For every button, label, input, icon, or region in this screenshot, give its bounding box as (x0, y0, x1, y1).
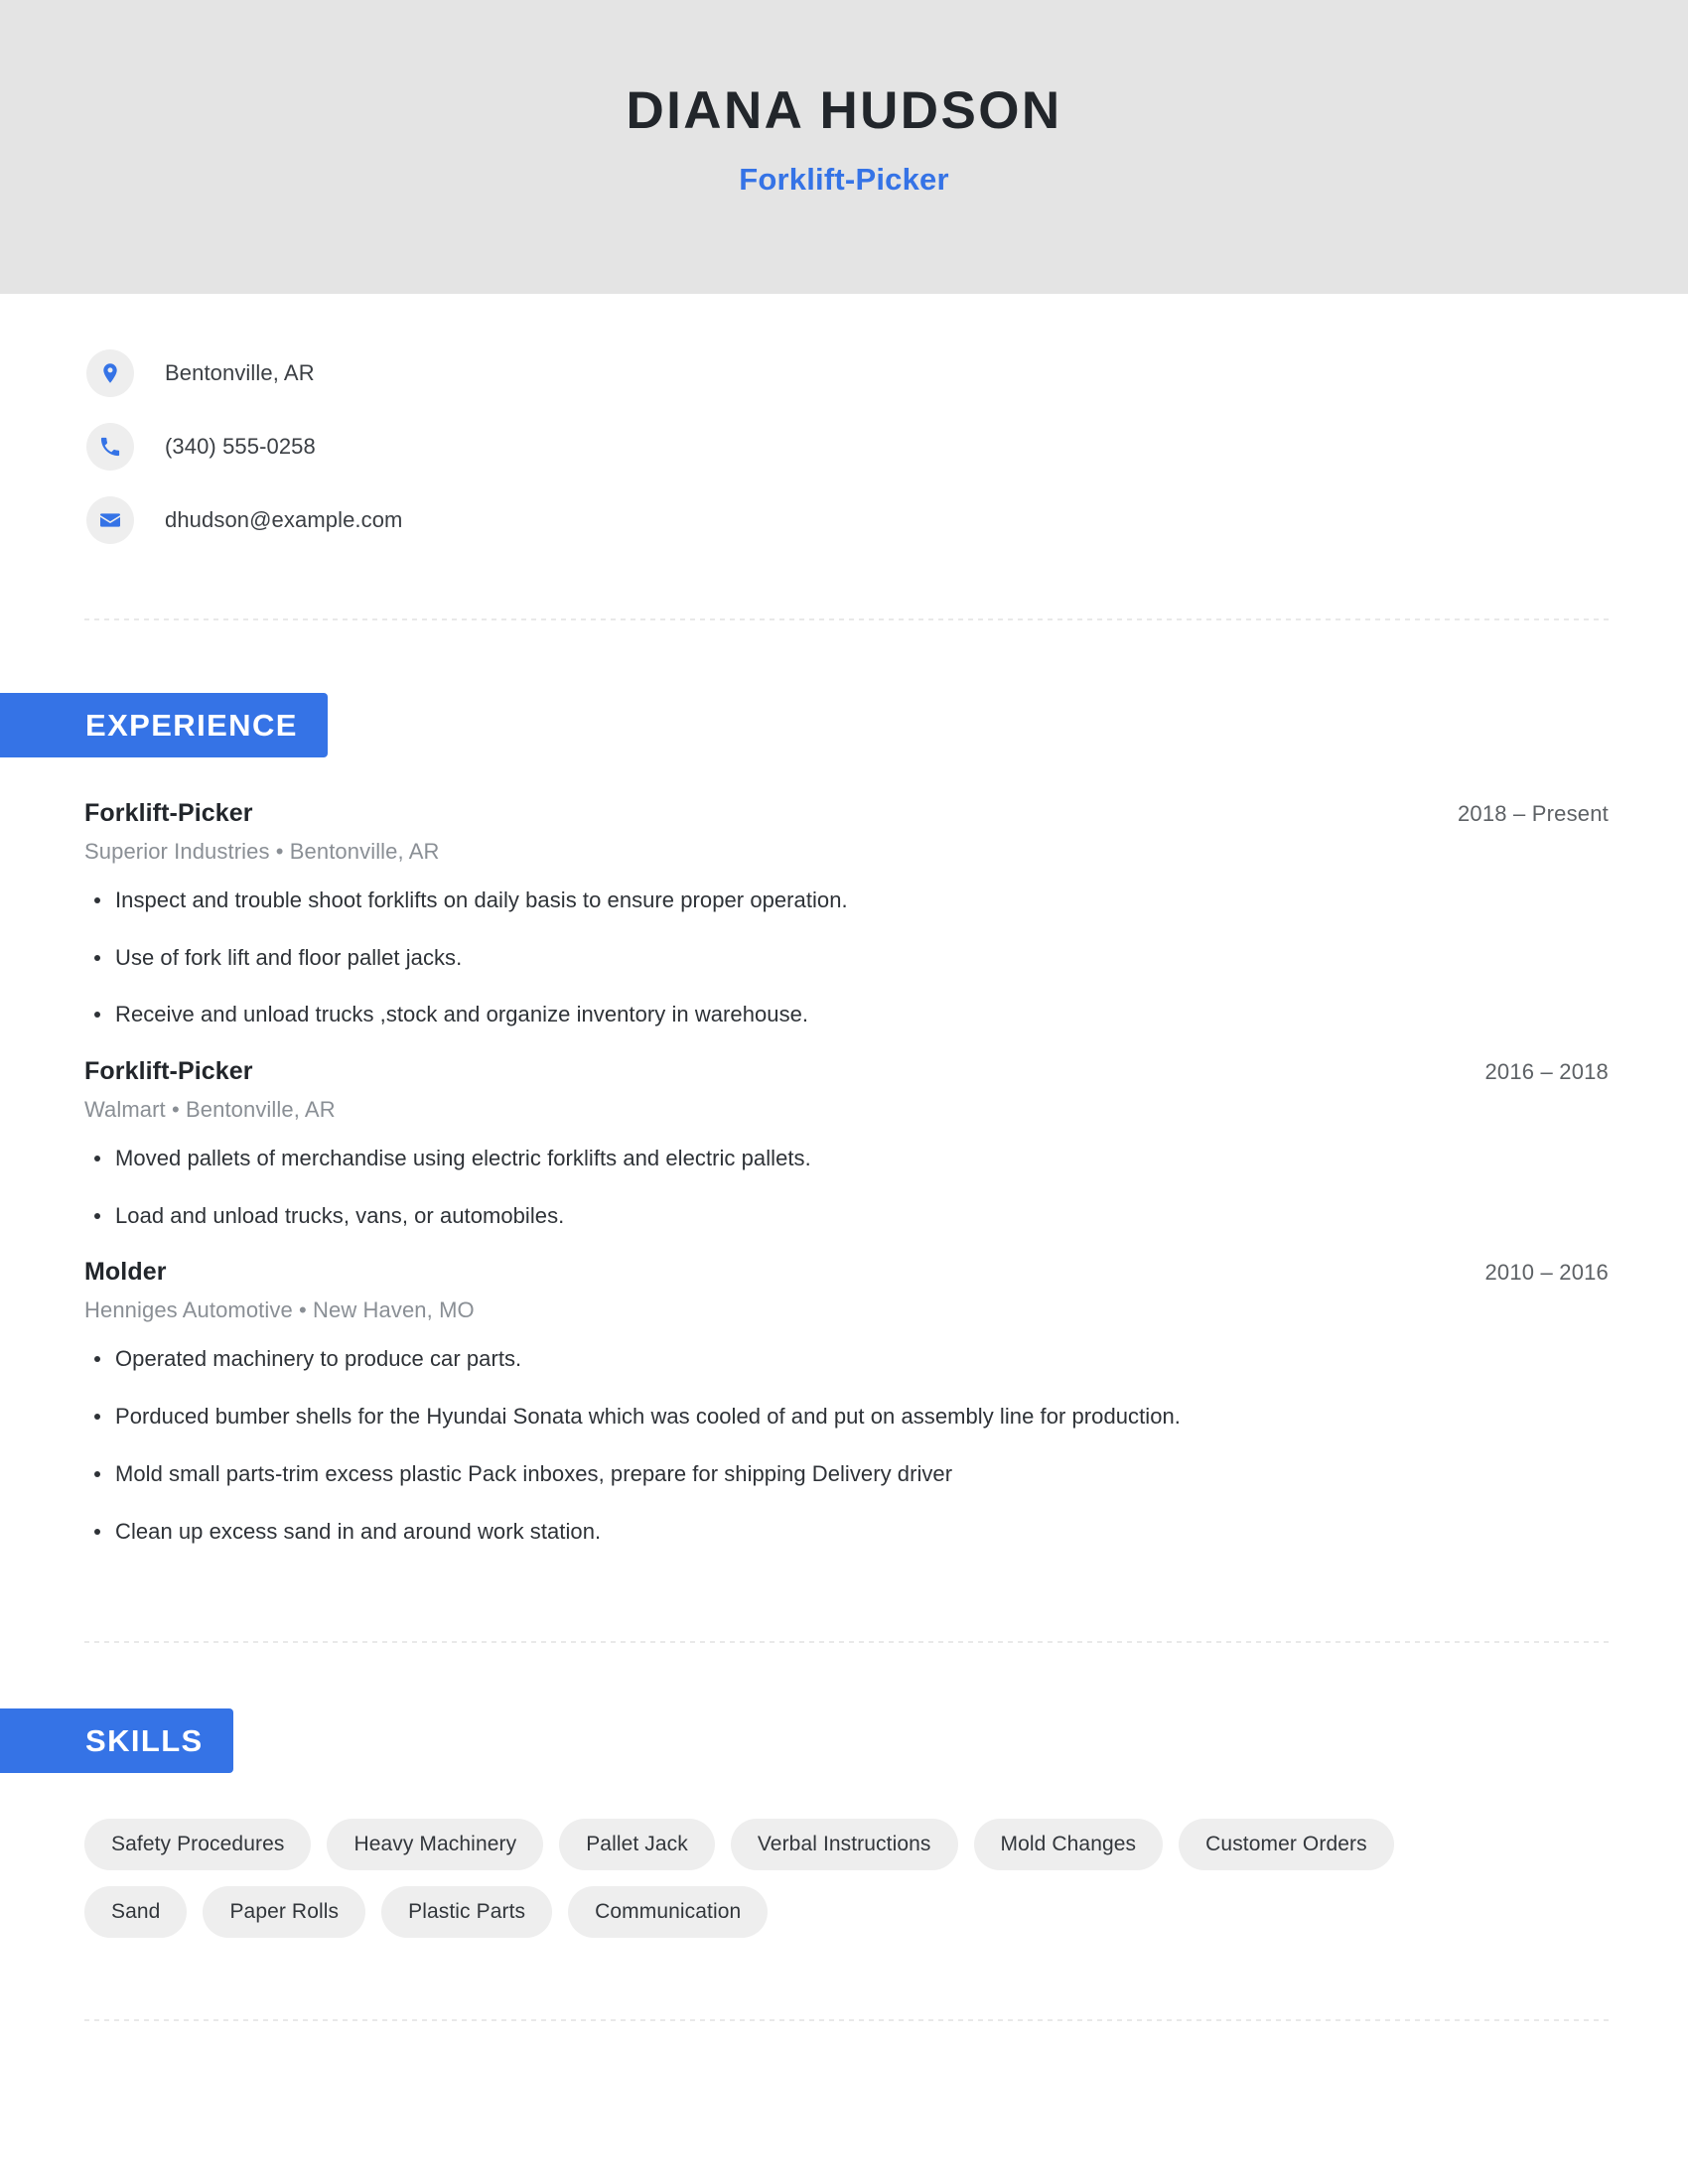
experience-item-header: Forklift-Picker 2018 – Present (84, 799, 1609, 828)
experience-dates: 2010 – 2016 (1484, 1260, 1609, 1286)
experience-bullet: Operated machinery to produce car parts. (84, 1344, 1609, 1374)
experience-list: Forklift-Picker 2018 – Present Superior … (0, 799, 1688, 1546)
email-icon (86, 496, 134, 544)
skill-pill: Plastic Parts (381, 1886, 553, 1939)
experience-company-location: Henniges Automotive • New Haven, MO (84, 1297, 475, 1323)
contact-block: Bentonville, AR (340) 555-0258 dhudson@e… (0, 294, 1688, 546)
experience-bullet: Porduced bumber shells for the Hyundai S… (84, 1402, 1609, 1432)
experience-dates: 2018 – Present (1457, 801, 1609, 826)
experience-bullet: Inspect and trouble shoot forklifts on d… (84, 886, 1609, 915)
skill-pill: Customer Orders (1179, 1819, 1394, 1871)
experience-role: Forklift-Picker (84, 799, 253, 827)
experience-bullet: Use of fork lift and floor pallet jacks. (84, 943, 1609, 973)
phone-icon (86, 423, 134, 471)
experience-bullet: Moved pallets of merchandise using elect… (84, 1144, 1609, 1173)
experience-role: Forklift-Picker (84, 1057, 253, 1086)
experience-company-location: Walmart • Bentonville, AR (84, 1097, 336, 1123)
experience-role: Molder (84, 1258, 167, 1287)
experience-badge-label: EXPERIENCE (0, 693, 328, 757)
experience-item: Forklift-Picker 2018 – Present Superior … (84, 799, 1609, 1029)
contact-item-email: dhudson@example.com (86, 494, 1688, 546)
contact-location-text: Bentonville, AR (165, 360, 315, 385)
location-pin-icon (86, 349, 134, 397)
skill-pill: Verbal Instructions (730, 1819, 958, 1871)
skills-badge-label: SKILLS (0, 1708, 233, 1774)
experience-item: Forklift-Picker 2016 – 2018 Walmart • Be… (84, 1057, 1609, 1230)
contact-item-phone: (340) 555-0258 (86, 421, 1688, 473)
header-job-title: Forklift-Picker (739, 162, 949, 198)
experience-section-header: EXPERIENCE (0, 693, 1688, 757)
skill-pill: Heavy Machinery (327, 1819, 544, 1871)
resume-body: Bentonville, AR (340) 555-0258 dhudson@e… (0, 294, 1688, 2022)
experience-bullets: Moved pallets of merchandise using elect… (84, 1144, 1609, 1230)
experience-bullets: Operated machinery to produce car parts.… (84, 1344, 1609, 1546)
resume-header: DIANA HUDSON Forklift-Picker (0, 0, 1688, 294)
experience-bullet: Clean up excess sand in and around work … (84, 1517, 1609, 1547)
experience-bullets: Inspect and trouble shoot forklifts on d… (84, 886, 1609, 1029)
skill-pill: Safety Procedures (84, 1819, 312, 1871)
experience-bullet: Receive and unload trucks ,stock and org… (84, 1000, 1609, 1029)
skill-pill: Communication (568, 1886, 769, 1939)
contact-item-location: Bentonville, AR (86, 347, 1688, 399)
experience-item: Molder 2010 – 2016 Henniges Automotive •… (84, 1258, 1609, 1546)
divider-after-contact (84, 618, 1609, 620)
experience-item-header: Forklift-Picker 2016 – 2018 (84, 1057, 1609, 1086)
experience-company-location: Superior Industries • Bentonville, AR (84, 839, 440, 864)
skill-pill: Sand (84, 1886, 188, 1939)
experience-dates: 2016 – 2018 (1484, 1059, 1609, 1085)
divider-after-skills (84, 2019, 1609, 2022)
contact-phone-text: (340) 555-0258 (165, 434, 316, 459)
contact-email-text: dhudson@example.com (165, 507, 403, 532)
skill-pill: Pallet Jack (559, 1819, 715, 1871)
skills-section-header: SKILLS (0, 1708, 1688, 1774)
skill-pill: Mold Changes (973, 1819, 1164, 1871)
experience-bullet: Mold small parts-trim excess plastic Pac… (84, 1459, 1609, 1489)
experience-item-header: Molder 2010 – 2016 (84, 1258, 1609, 1287)
skill-pill: Paper Rolls (203, 1886, 366, 1939)
page-title: DIANA HUDSON (626, 80, 1062, 140)
experience-bullet: Load and unload trucks, vans, or automob… (84, 1201, 1609, 1231)
resume-page: DIANA HUDSON Forklift-Picker Bentonville… (0, 0, 1688, 2184)
divider-after-experience (84, 1641, 1609, 1644)
skills-list: Safety Procedures Heavy Machinery Pallet… (0, 1819, 1549, 1939)
